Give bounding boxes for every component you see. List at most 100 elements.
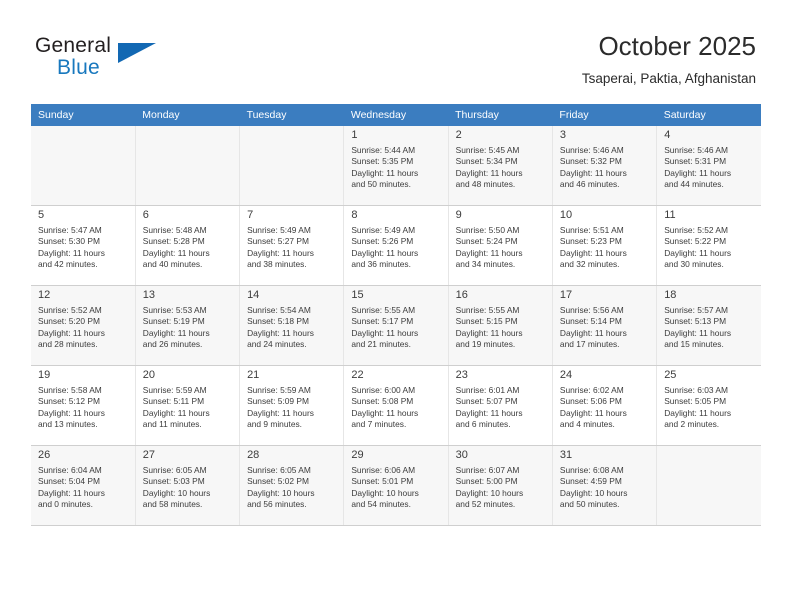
day-detail-line: Sunset: 5:22 PM — [664, 236, 727, 247]
brand-name-general: General — [35, 34, 112, 57]
calendar-day-cell[interactable]: 26 Sunrise: 6:04 AM Sunset: 5:04 PM Dayligh… — [31, 445, 136, 526]
day-detail-line: Daylight: 11 hours — [247, 327, 314, 338]
calendar-cell-empty — [135, 126, 241, 206]
day-detail-line: and 54 minutes. — [351, 498, 411, 509]
day-detail-line: Sunrise: 5:53 AM — [142, 305, 207, 315]
calendar-day-cell[interactable]: 6 Sunrise: 5:48 AM Sunset: 5:28 PM Daylight… — [135, 205, 241, 286]
day-detail-line: Sunrise: 6:08 AM — [559, 465, 624, 475]
calendar-day-cell[interactable]: 31 Sunrise: 6:08 AM Sunset: 4:59 PM Dayligh… — [552, 445, 658, 526]
calendar-day-cell[interactable]: 5 Sunrise: 5:47 AM Sunset: 5:30 PM Daylight… — [31, 205, 136, 286]
calendar-cell-inner: 31 Sunrise: 6:08 AM Sunset: 4:59 PM Dayligh… — [552, 446, 657, 525]
day-number: 21 — [247, 369, 260, 381]
day-number: 16 — [455, 289, 468, 301]
day-details: Sunrise: 6:08 AM Sunset: 4:59 PM Daylight:… — [560, 465, 650, 510]
calendar-day-cell[interactable]: 4 Sunrise: 5:46 AM Sunset: 5:31 PM Daylight… — [656, 126, 761, 206]
day-detail-line: Sunrise: 5:54 AM — [247, 305, 311, 315]
calendar-day-cell[interactable]: 15 Sunrise: 5:55 AM Sunset: 5:17 PM Dayligh… — [343, 285, 449, 366]
calendar-day-cell[interactable]: 1 Sunrise: 5:44 AM Sunset: 5:35 PM Daylight… — [343, 126, 449, 206]
day-detail-line: Daylight: 11 hours — [351, 407, 419, 418]
calendar-day-cell[interactable]: 30 Sunrise: 6:07 AM Sunset: 5:00 PM Dayligh… — [448, 445, 553, 526]
calendar-day-cell[interactable]: 29 Sunrise: 6:06 AM Sunset: 5:01 PM Dayligh… — [343, 445, 449, 526]
day-detail-line: Sunrise: 5:52 AM — [664, 225, 728, 235]
day-details: Sunrise: 5:47 AM Sunset: 5:30 PM Daylight:… — [38, 225, 129, 270]
day-detail-line: Sunrise: 5:58 AM — [38, 385, 102, 395]
day-detail-line: Sunset: 5:01 PM — [351, 476, 414, 487]
calendar-day-cell[interactable]: 21 Sunrise: 5:59 AM Sunset: 5:09 PM Dayligh… — [239, 365, 345, 446]
day-details: Sunrise: 5:46 AM Sunset: 5:31 PM Daylight:… — [664, 145, 755, 190]
day-detail-line: Daylight: 11 hours — [664, 247, 732, 258]
calendar-day-cell[interactable]: 18 Sunrise: 5:57 AM Sunset: 5:13 PM Dayligh… — [656, 285, 761, 366]
day-details: Sunrise: 5:54 AM Sunset: 5:18 PM Daylight:… — [247, 305, 337, 350]
calendar-day-cell[interactable]: 24 Sunrise: 6:02 AM Sunset: 5:06 PM Dayligh… — [552, 365, 658, 446]
day-details: Sunrise: 6:03 AM Sunset: 5:05 PM Daylight:… — [664, 385, 755, 430]
calendar-day-cell[interactable]: 12 Sunrise: 5:52 AM Sunset: 5:20 PM Dayligh… — [31, 285, 136, 366]
day-detail-line: and 9 minutes. — [247, 418, 302, 429]
calendar-cell-empty — [31, 126, 136, 206]
day-detail-line: Sunset: 5:35 PM — [351, 156, 414, 167]
calendar-day-cell[interactable]: 2 Sunrise: 5:45 AM Sunset: 5:34 PM Daylight… — [448, 126, 553, 206]
day-detail-line: Sunset: 5:06 PM — [559, 396, 622, 407]
day-detail-line: Daylight: 10 hours — [142, 487, 211, 498]
calendar-day-cell[interactable]: 28 Sunrise: 6:05 AM Sunset: 5:02 PM Dayligh… — [239, 445, 345, 526]
calendar-cell-inner: 8 Sunrise: 5:49 AM Sunset: 5:26 PM Daylight… — [344, 206, 447, 285]
day-details: Sunrise: 6:07 AM Sunset: 5:00 PM Daylight:… — [456, 465, 546, 510]
calendar-day-cell[interactable]: 7 Sunrise: 5:49 AM Sunset: 5:27 PM Daylight… — [239, 205, 345, 286]
calendar-day-cell[interactable]: 14 Sunrise: 5:54 AM Sunset: 5:18 PM Dayligh… — [239, 285, 345, 366]
weekday-header-thursday: Thursday — [448, 104, 553, 126]
calendar-cell-inner: 22 Sunrise: 6:00 AM Sunset: 5:08 PM Dayligh… — [344, 366, 447, 445]
calendar-cell-inner: 14 Sunrise: 5:54 AM Sunset: 5:18 PM Dayligh… — [240, 286, 344, 365]
day-detail-line: Daylight: 11 hours — [38, 247, 105, 258]
day-detail-line: Daylight: 11 hours — [455, 407, 523, 418]
day-details: Sunrise: 5:49 AM Sunset: 5:26 PM Daylight:… — [351, 225, 441, 270]
day-detail-line: Daylight: 11 hours — [247, 407, 314, 418]
day-detail-line: and 44 minutes. — [664, 178, 724, 189]
calendar-day-cell[interactable]: 17 Sunrise: 5:56 AM Sunset: 5:14 PM Dayligh… — [552, 285, 658, 366]
calendar-day-cell[interactable]: 11 Sunrise: 5:52 AM Sunset: 5:22 PM Dayligh… — [656, 205, 761, 286]
day-detail-line: Daylight: 11 hours — [247, 247, 314, 258]
calendar-day-cell[interactable]: 13 Sunrise: 5:53 AM Sunset: 5:19 PM Dayligh… — [135, 285, 241, 366]
day-number: 17 — [559, 289, 573, 301]
day-detail-line: and 15 minutes. — [664, 338, 724, 349]
calendar-day-cell[interactable]: 22 Sunrise: 6:00 AM Sunset: 5:08 PM Dayligh… — [343, 365, 449, 446]
calendar-day-cell[interactable]: 25 Sunrise: 6:03 AM Sunset: 5:05 PM Dayligh… — [656, 365, 761, 446]
calendar-day-cell[interactable]: 16 Sunrise: 5:55 AM Sunset: 5:15 PM Dayligh… — [448, 285, 553, 366]
calendar-day-cell[interactable]: 8 Sunrise: 5:49 AM Sunset: 5:26 PM Daylight… — [343, 205, 449, 286]
day-number: 3 — [559, 129, 567, 141]
weekday-header-row: Sunday Monday Tuesday Wednesday Thursday Frid… — [31, 104, 761, 126]
day-detail-line: and 32 minutes. — [559, 258, 620, 269]
day-detail-line: Sunrise: 5:47 AM — [38, 225, 102, 235]
day-detail-line: Daylight: 11 hours — [38, 327, 105, 338]
calendar-cell-inner: 1 Sunrise: 5:44 AM Sunset: 5:35 PM Daylight… — [344, 126, 448, 205]
calendar-cell-empty — [656, 445, 761, 526]
day-details: Sunrise: 6:01 AM Sunset: 5:07 PM Daylight:… — [456, 385, 546, 430]
day-detail-line: Sunrise: 6:06 AM — [351, 465, 416, 475]
calendar-day-cell[interactable]: 3 Sunrise: 5:46 AM Sunset: 5:32 PM Daylight… — [552, 126, 658, 206]
day-detail-line: Sunset: 5:19 PM — [142, 316, 205, 327]
day-detail-line: Sunset: 5:32 PM — [559, 156, 622, 167]
day-detail-line: Sunset: 5:34 PM — [455, 156, 518, 167]
calendar-cell-inner — [657, 446, 761, 525]
page-subtitle: Tsaperai, Paktia, Afghanistan — [581, 71, 756, 86]
weekday-header-sunday: Sunday — [31, 104, 136, 126]
day-number: 8 — [351, 209, 358, 221]
calendar-cell-inner: 16 Sunrise: 5:55 AM Sunset: 5:15 PM Dayligh… — [448, 286, 552, 365]
calendar-day-cell[interactable]: 23 Sunrise: 6:01 AM Sunset: 5:07 PM Dayligh… — [448, 365, 553, 446]
day-detail-line: Sunset: 5:02 PM — [247, 476, 309, 487]
day-details: Sunrise: 5:59 AM Sunset: 5:11 PM Daylight:… — [143, 385, 233, 430]
calendar-table: Sunday Monday Tuesday Wednesday Thursday Frid… — [31, 104, 761, 526]
brand-logo[interactable]: General Blue — [35, 34, 235, 90]
day-detail-line: and 52 minutes. — [455, 498, 516, 509]
calendar-cell-inner: 28 Sunrise: 6:05 AM Sunset: 5:02 PM Dayligh… — [240, 446, 344, 525]
calendar-day-cell[interactable]: 27 Sunrise: 6:05 AM Sunset: 5:03 PM Dayligh… — [135, 445, 241, 526]
calendar-day-cell[interactable]: 9 Sunrise: 5:50 AM Sunset: 5:24 PM Daylight… — [448, 205, 553, 286]
day-detail-line: Daylight: 11 hours — [351, 247, 419, 258]
day-number: 1 — [351, 129, 358, 141]
day-detail-line: Sunset: 5:08 PM — [351, 396, 414, 407]
calendar-day-cell[interactable]: 19 Sunrise: 5:58 AM Sunset: 5:12 PM Dayligh… — [31, 365, 136, 446]
day-details: Sunrise: 5:51 AM Sunset: 5:23 PM Daylight:… — [560, 225, 650, 270]
day-number: 29 — [351, 449, 364, 461]
day-detail-line: Daylight: 10 hours — [455, 487, 524, 498]
calendar-day-cell[interactable]: 10 Sunrise: 5:51 AM Sunset: 5:23 PM Dayligh… — [552, 205, 658, 286]
day-details: Sunrise: 5:59 AM Sunset: 5:09 PM Daylight:… — [247, 385, 337, 430]
calendar-day-cell[interactable]: 20 Sunrise: 5:59 AM Sunset: 5:11 PM Dayligh… — [135, 365, 241, 446]
